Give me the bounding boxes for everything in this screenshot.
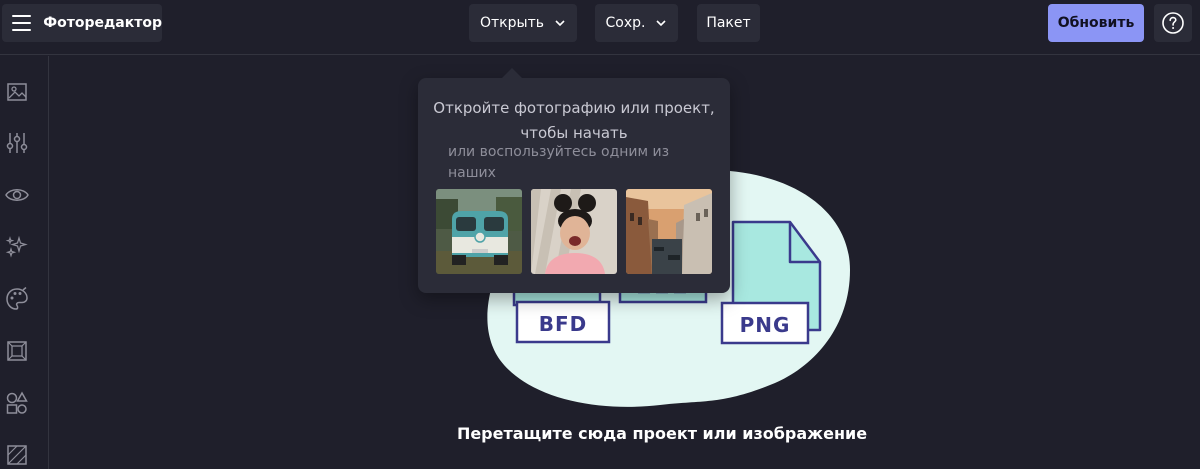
open-button-label: Открыть xyxy=(480,15,544,31)
update-button-label: Обновить xyxy=(1057,15,1135,31)
shapes-icon[interactable] xyxy=(4,390,30,416)
file-label-png: PNG xyxy=(739,313,791,337)
update-button[interactable]: Обновить xyxy=(1048,4,1144,42)
popover-arrow xyxy=(502,68,522,78)
help-button[interactable] xyxy=(1154,4,1192,42)
batch-button-label: Пакет xyxy=(706,15,751,31)
hamburger-menu-icon xyxy=(12,15,32,31)
adjust-sliders-icon[interactable] xyxy=(4,130,30,156)
palette-icon[interactable] xyxy=(4,286,30,312)
image-icon[interactable] xyxy=(4,79,30,105)
sample-van-photo[interactable] xyxy=(436,189,522,274)
open-popover: Откройте фотографию или проект, чтобы на… xyxy=(418,68,730,293)
tool-sidebar xyxy=(0,56,49,469)
frame-icon[interactable] xyxy=(4,338,30,364)
chevron-down-icon xyxy=(555,20,565,27)
top-bar: Фоторедактор Открыть Сохр. Пакет Обновит… xyxy=(0,0,1200,55)
effects-sparkle-icon[interactable] xyxy=(4,234,30,260)
save-button-label: Сохр. xyxy=(605,15,646,31)
dropzone-text: Перетащите сюда проект или изображение xyxy=(456,424,868,443)
open-button[interactable]: Открыть xyxy=(469,4,577,42)
app-menu-button[interactable]: Фоторедактор xyxy=(2,4,162,42)
sample-canal-photo[interactable] xyxy=(626,189,712,274)
app-title: Фоторедактор xyxy=(43,15,162,31)
popover-subtitle: или воспользуйтесь одним из наших xyxy=(448,144,670,181)
eye-icon[interactable] xyxy=(4,182,30,208)
sample-woman-photo[interactable] xyxy=(531,189,617,274)
texture-icon[interactable] xyxy=(4,442,30,468)
save-button[interactable]: Сохр. xyxy=(595,4,678,42)
help-circle-icon xyxy=(1162,12,1184,34)
batch-button[interactable]: Пакет xyxy=(697,4,760,42)
chevron-down-icon xyxy=(656,20,667,27)
file-label-bfd: BFD xyxy=(538,312,588,336)
popover-title: Откройте фотографию или проект, чтобы на… xyxy=(433,99,715,142)
